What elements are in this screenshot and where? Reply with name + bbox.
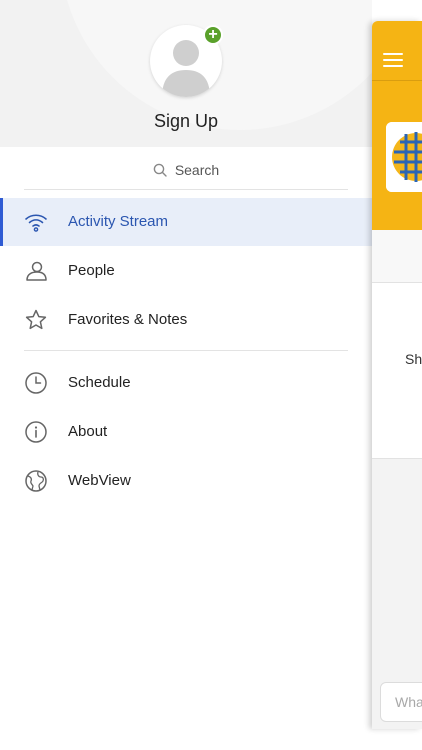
tab-strip <box>372 230 422 283</box>
menu-item-label: Favorites & Notes <box>68 311 188 328</box>
star-icon <box>25 309 47 330</box>
post-input-placeholder: Wha <box>395 694 422 710</box>
person-icon <box>26 261 47 281</box>
menu-item-label: Schedule <box>68 374 131 391</box>
event-logo <box>386 122 422 192</box>
menu-item-about[interactable]: About <box>0 408 372 456</box>
app-bar-divider <box>372 80 422 81</box>
menu-item-activity-stream[interactable]: Activity Stream <box>0 198 372 246</box>
top-app-bar <box>372 21 422 230</box>
sign-up-link[interactable]: Sign Up <box>0 111 372 132</box>
content-card[interactable]: Sh <box>372 283 422 459</box>
search-label: Search <box>174 161 220 178</box>
menu-item-people[interactable]: People <box>0 247 372 295</box>
add-photo-badge[interactable]: + <box>203 25 223 45</box>
hamburger-menu-icon[interactable] <box>383 53 403 67</box>
event-logo-globe-image <box>386 122 422 192</box>
info-icon <box>25 421 47 443</box>
menu-item-label: People <box>68 262 115 279</box>
menu-divider <box>24 350 348 351</box>
menu-item-schedule[interactable]: Schedule <box>0 359 372 407</box>
post-input[interactable]: Wha <box>380 682 422 722</box>
search-icon <box>153 163 167 177</box>
menu-item-label: About <box>68 423 108 440</box>
card-text: Sh <box>405 351 422 367</box>
menu-item-webview[interactable]: WebView <box>0 457 372 505</box>
menu-item-favorites-notes[interactable]: Favorites & Notes <box>0 296 372 344</box>
search-field[interactable]: Search <box>24 150 348 190</box>
content-panel[interactable]: Sh Wha <box>372 21 422 729</box>
wifi-icon <box>25 214 47 232</box>
menu-item-label: Activity Stream <box>68 213 169 230</box>
globe-icon <box>25 470 47 492</box>
menu-item-label: WebView <box>68 472 131 489</box>
clock-icon <box>25 372 47 394</box>
